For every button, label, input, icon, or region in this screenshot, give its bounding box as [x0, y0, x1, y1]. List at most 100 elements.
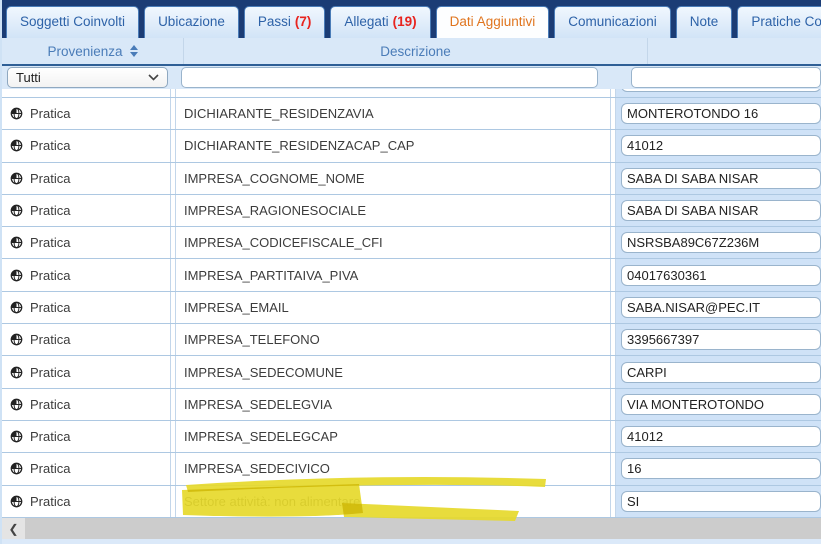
descrizione-cell: IMPRESA_RAGIONESOCIALE [175, 195, 611, 226]
provenienza-header-label: Provenienza [47, 44, 122, 59]
table-row: Pratica DICHIARANTE_RESIDENZACAP_CAP [2, 130, 821, 162]
valore-input[interactable] [621, 426, 821, 447]
provenienza-cell: Pratica [2, 421, 171, 452]
provenienza-label: Pratica [30, 171, 70, 186]
provenienza-cell: Pratica [2, 89, 171, 97]
provenienza-cell: Pratica [2, 356, 171, 387]
column-header-valore[interactable] [648, 38, 821, 64]
globe-icon [10, 333, 23, 346]
descrizione-cell: IMPRESA_SEDECIVICO [175, 453, 611, 484]
valore-input[interactable] [621, 458, 821, 479]
valore-input[interactable] [621, 200, 821, 221]
column-header-provenienza[interactable]: Provenienza [2, 38, 184, 64]
descrizione-cell: Settore attività: non alimentare [175, 486, 611, 517]
valore-input[interactable] [621, 168, 821, 189]
valore-cell [615, 356, 821, 387]
provenienza-label: Pratica [30, 106, 70, 121]
horizontal-scrollbar[interactable]: ❮ [2, 518, 821, 539]
valore-cell [615, 130, 821, 161]
valore-input[interactable] [621, 135, 821, 156]
tab-label: Pratiche Collegate [751, 14, 821, 29]
valore-filter-input[interactable] [631, 67, 821, 88]
descrizione-text: IMPRESA_SEDECIVICO [184, 461, 330, 476]
provenienza-cell: Pratica [2, 163, 171, 194]
table-row: Pratica DICHIARANTE_RESIDENZACOMUNE [2, 89, 821, 98]
table-row: Pratica IMPRESA_RAGIONESOCIALE [2, 195, 821, 227]
descrizione-text: DICHIARANTE_RESIDENZACAP_CAP [184, 138, 414, 153]
valore-input[interactable] [621, 362, 821, 383]
globe-icon [10, 139, 23, 152]
scrollbar-thumb[interactable] [25, 518, 821, 539]
filter-row: Tutti [2, 66, 821, 89]
tab-count: (7) [295, 14, 312, 29]
provenienza-cell: Pratica [2, 453, 171, 484]
tab-dati-aggiuntivi[interactable]: Dati Aggiuntivi [436, 6, 550, 38]
tab-pratiche-collegate[interactable]: Pratiche Collegate [737, 6, 821, 38]
descrizione-text: IMPRESA_COGNOME_NOME [184, 171, 365, 186]
table-row: Pratica IMPRESA_TELEFONO [2, 324, 821, 356]
descrizione-cell: IMPRESA_TELEFONO [175, 324, 611, 355]
tab-ubicazione[interactable]: Ubicazione [144, 6, 239, 38]
sort-asc-icon [130, 45, 138, 50]
rows-container: Pratica DICHIARANTE_RESIDENZAVIA Pratica… [2, 98, 821, 518]
valore-cell [615, 98, 821, 129]
column-header-descrizione[interactable]: Descrizione [184, 38, 648, 64]
descrizione-filter-input[interactable] [181, 67, 598, 88]
tab-passi[interactable]: Passi (7) [244, 6, 326, 38]
table-row: Pratica IMPRESA_SEDECIVICO [2, 453, 821, 485]
globe-icon [10, 430, 23, 443]
globe-icon [10, 172, 23, 185]
tab-bar: Soggetti Coinvolti Ubicazione Passi (7) A… [2, 0, 821, 38]
descrizione-text: IMPRESA_PARTITAIVA_PIVA [184, 268, 358, 283]
valore-cell [615, 292, 821, 323]
valore-input[interactable] [621, 329, 821, 350]
provenienza-cell: Pratica [2, 259, 171, 290]
tab-allegati[interactable]: Allegati(19) [330, 6, 430, 38]
table-row: Pratica DICHIARANTE_RESIDENZAVIA [2, 98, 821, 130]
provenienza-filter-select[interactable]: Tutti [7, 67, 168, 88]
globe-icon [10, 301, 23, 314]
globe-icon [10, 204, 23, 217]
table-row: Pratica IMPRESA_SEDELEGVIA [2, 389, 821, 421]
provenienza-label: Pratica [30, 203, 70, 218]
valore-input[interactable] [621, 297, 821, 318]
provenienza-cell: Pratica [2, 98, 171, 129]
valore-input[interactable] [621, 103, 821, 124]
valore-input[interactable] [621, 89, 821, 92]
valore-cell [615, 421, 821, 452]
tab-label: Soggetti Coinvolti [20, 14, 125, 29]
descrizione-text: IMPRESA_SEDELEGVIA [184, 397, 332, 412]
scroll-left-arrow-icon[interactable]: ❮ [2, 518, 25, 539]
tab-comunicazioni[interactable]: Comunicazioni [554, 6, 671, 38]
table-header: Provenienza Descrizione [2, 38, 821, 66]
table-row: Pratica IMPRESA_PARTITAIVA_PIVA [2, 259, 821, 291]
provenienza-label: Pratica [30, 300, 70, 315]
valore-input[interactable] [621, 265, 821, 286]
tab-note[interactable]: Note [676, 6, 733, 38]
valore-input[interactable] [621, 491, 821, 512]
tab-label: Passi [258, 14, 291, 29]
clipped-row-container: Pratica DICHIARANTE_RESIDENZACOMUNE [2, 89, 821, 98]
tab-soggetti-coinvolti[interactable]: Soggetti Coinvolti [6, 6, 139, 38]
valore-input[interactable] [621, 394, 821, 415]
table-row: Pratica IMPRESA_COGNOME_NOME [2, 163, 821, 195]
globe-icon [10, 462, 23, 475]
valore-input[interactable] [621, 232, 821, 253]
descrizione-cell: IMPRESA_EMAIL [175, 292, 611, 323]
descrizione-cell: DICHIARANTE_RESIDENZACAP_CAP [175, 130, 611, 161]
provenienza-label: Pratica [30, 429, 70, 444]
tab-label: Ubicazione [158, 14, 225, 29]
sort-icon[interactable] [130, 45, 138, 57]
descrizione-cell: DICHIARANTE_RESIDENZAVIA [175, 98, 611, 129]
globe-icon [10, 236, 23, 249]
provenienza-cell: Pratica [2, 227, 171, 258]
provenienza-cell: Pratica [2, 324, 171, 355]
table-row: Pratica IMPRESA_SEDELEGCAP [2, 421, 821, 453]
table-row: Pratica Settore attività: non alimentare [2, 486, 821, 518]
provenienza-label: Pratica [30, 494, 70, 509]
descrizione-header-label: Descrizione [380, 44, 451, 59]
tab-label: Comunicazioni [568, 14, 657, 29]
globe-icon [10, 107, 23, 120]
sort-desc-icon [130, 52, 138, 57]
table-row: Pratica IMPRESA_CODICEFISCALE_CFI [2, 227, 821, 259]
